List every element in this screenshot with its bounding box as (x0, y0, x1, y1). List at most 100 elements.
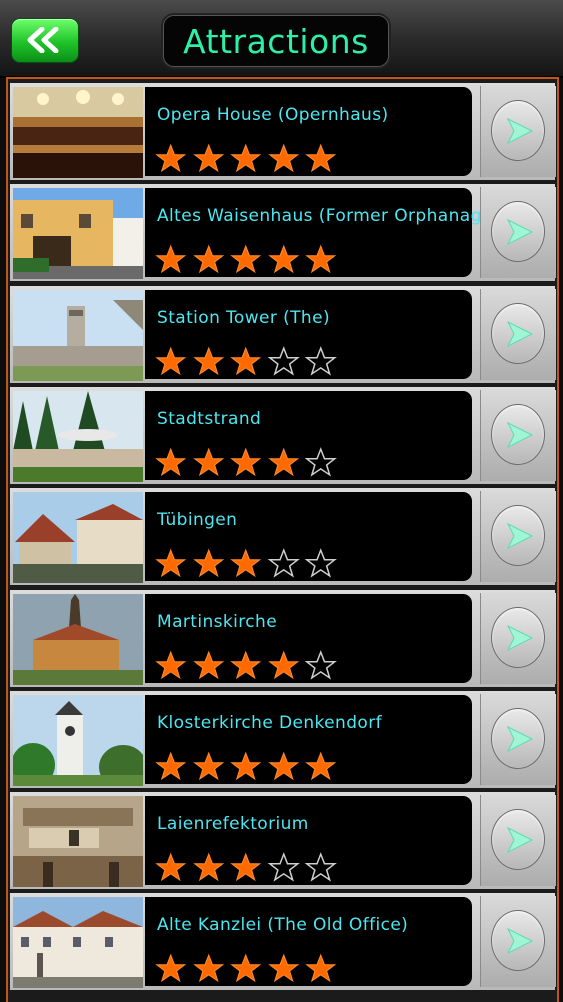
attraction-thumbnail (13, 188, 143, 280)
play-arrow-icon (506, 421, 534, 448)
star-filled-icon (192, 346, 224, 375)
play-button[interactable] (491, 201, 545, 263)
star-filled-icon (305, 143, 337, 173)
star-filled-icon (230, 346, 262, 375)
play-arrow-icon (506, 523, 534, 550)
star-filled-icon (267, 244, 299, 274)
play-arrow-icon (506, 118, 534, 144)
open-details-button[interactable] (480, 693, 556, 785)
star-empty-icon (267, 548, 300, 578)
attraction-info[interactable]: Alte Kanzlei (The Old Office) (145, 897, 472, 987)
rating-stars (152, 852, 340, 882)
play-arrow-icon (506, 219, 534, 246)
rating-stars (152, 345, 340, 376)
attraction-name: Martinskirche (157, 611, 278, 632)
star-filled-icon (192, 954, 224, 983)
open-details-button[interactable] (480, 187, 556, 279)
star-filled-icon (155, 751, 187, 780)
list-item[interactable]: Altes Waisenhaus (Former Orphanage) (10, 184, 556, 282)
open-details-button[interactable] (480, 795, 556, 887)
star-filled-icon (155, 548, 187, 578)
open-details-button[interactable] (480, 389, 556, 481)
star-filled-icon (155, 650, 187, 679)
open-details-button[interactable] (480, 491, 556, 583)
attraction-name: Klosterkirche Denkendorf (157, 712, 382, 733)
star-empty-icon (304, 446, 337, 477)
list-item[interactable]: Station Tower (The) (10, 285, 556, 383)
attraction-thumbnail (13, 897, 143, 989)
attraction-info[interactable]: Altes Waisenhaus (Former Orphanage) (145, 188, 499, 278)
star-filled-icon (230, 852, 262, 882)
attraction-name: Opera House (Opernhaus) (157, 105, 389, 125)
star-filled-icon (155, 447, 187, 477)
attraction-name: Stadtstrand (157, 408, 262, 429)
star-filled-icon (155, 244, 187, 274)
attraction-info[interactable]: Laienrefektorium (145, 796, 472, 886)
attractions-list[interactable]: Opera House (Opernhaus) Altes Waisenhaus… (6, 77, 559, 1002)
star-filled-icon (305, 954, 337, 983)
rating-stars (152, 446, 340, 477)
attraction-info[interactable]: Station Tower (The) (145, 289, 472, 379)
list-item[interactable]: Alte Kanzlei (The Old Office) (10, 893, 556, 991)
star-empty-icon (304, 649, 337, 680)
rating-stars (152, 953, 340, 983)
star-filled-icon (230, 244, 262, 274)
star-filled-icon (192, 650, 224, 679)
open-details-button[interactable] (480, 288, 556, 380)
play-button[interactable] (491, 809, 545, 871)
list-item[interactable]: Klosterkirche Denkendorf (10, 690, 556, 788)
list-item[interactable]: Opera House (Opernhaus) (10, 83, 556, 180)
star-filled-icon (267, 447, 299, 477)
attraction-info[interactable]: Stadtstrand (145, 390, 472, 480)
play-button[interactable] (491, 606, 545, 668)
open-details-button[interactable] (480, 592, 556, 684)
attraction-info[interactable]: Tübingen (145, 492, 472, 582)
attraction-thumbnail (13, 593, 143, 685)
attraction-name: Altes Waisenhaus (Former Orphanage) (157, 206, 500, 227)
attraction-thumbnail (13, 492, 143, 584)
attraction-name: Tübingen (157, 510, 238, 531)
list-item[interactable]: Laienrefektorium (10, 792, 556, 890)
play-button[interactable] (491, 910, 545, 972)
attraction-name: Laienrefektorium (157, 814, 309, 835)
open-details-button[interactable] (480, 896, 556, 988)
rating-stars (152, 143, 340, 173)
star-filled-icon (230, 954, 262, 983)
attraction-thumbnail (13, 289, 143, 381)
list-item[interactable]: Tübingen (10, 488, 556, 586)
play-arrow-icon (506, 624, 534, 651)
play-button[interactable] (491, 100, 545, 161)
rating-stars (152, 649, 340, 680)
attraction-thumbnail (13, 694, 143, 786)
open-details-button[interactable] (480, 86, 556, 177)
play-button[interactable] (491, 403, 545, 465)
star-filled-icon (192, 852, 224, 882)
attraction-info[interactable]: Martinskirche (145, 593, 472, 683)
star-filled-icon (230, 447, 262, 477)
star-filled-icon (230, 751, 262, 780)
star-filled-icon (155, 143, 187, 173)
star-filled-icon (192, 143, 224, 173)
list-item[interactable]: Martinskirche (10, 589, 556, 687)
back-button[interactable] (11, 18, 79, 63)
play-button[interactable] (491, 302, 545, 364)
star-filled-icon (267, 650, 299, 679)
page-title: Attractions (183, 21, 369, 61)
star-filled-icon (267, 751, 299, 780)
star-empty-icon (304, 548, 337, 578)
attraction-thumbnail (13, 390, 143, 482)
play-button[interactable] (491, 505, 545, 567)
attraction-info[interactable]: Klosterkirche Denkendorf (145, 694, 472, 784)
star-filled-icon (230, 548, 262, 578)
page-title-box: Attractions (163, 15, 389, 67)
rating-stars (152, 751, 340, 781)
attraction-name: Alte Kanzlei (The Old Office) (157, 915, 409, 936)
star-filled-icon (230, 650, 262, 679)
star-filled-icon (192, 548, 224, 578)
play-arrow-icon (506, 928, 534, 955)
double-chevron-left-icon (27, 27, 59, 53)
star-empty-icon (304, 345, 337, 376)
list-item[interactable]: Stadtstrand (10, 386, 556, 484)
play-button[interactable] (491, 707, 545, 769)
attraction-info[interactable]: Opera House (Opernhaus) (145, 87, 472, 176)
